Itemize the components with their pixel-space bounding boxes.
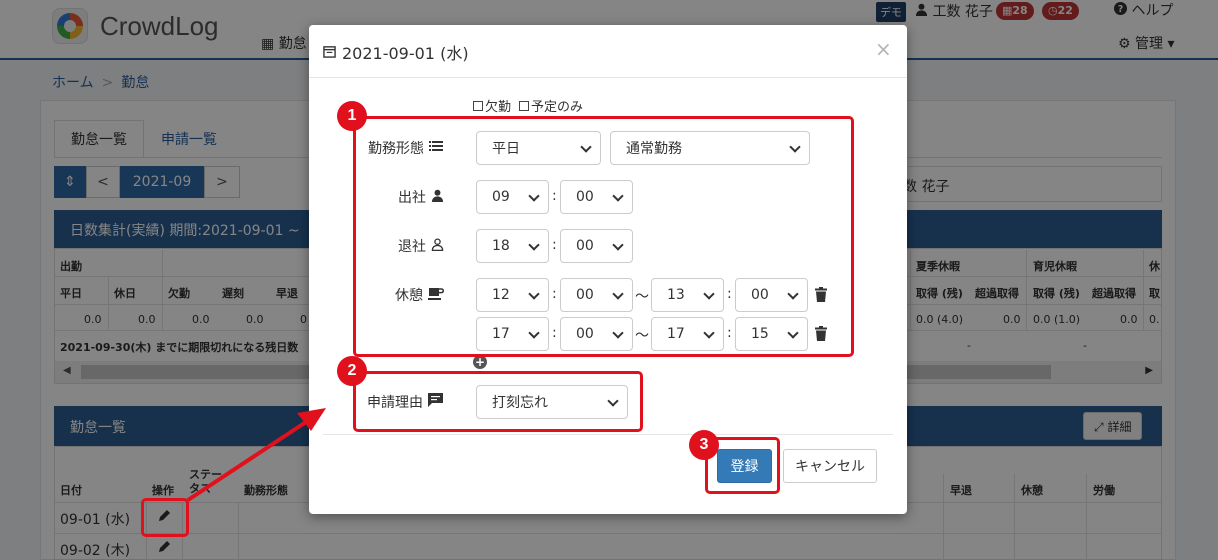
annotation-arrow xyxy=(186,408,326,502)
